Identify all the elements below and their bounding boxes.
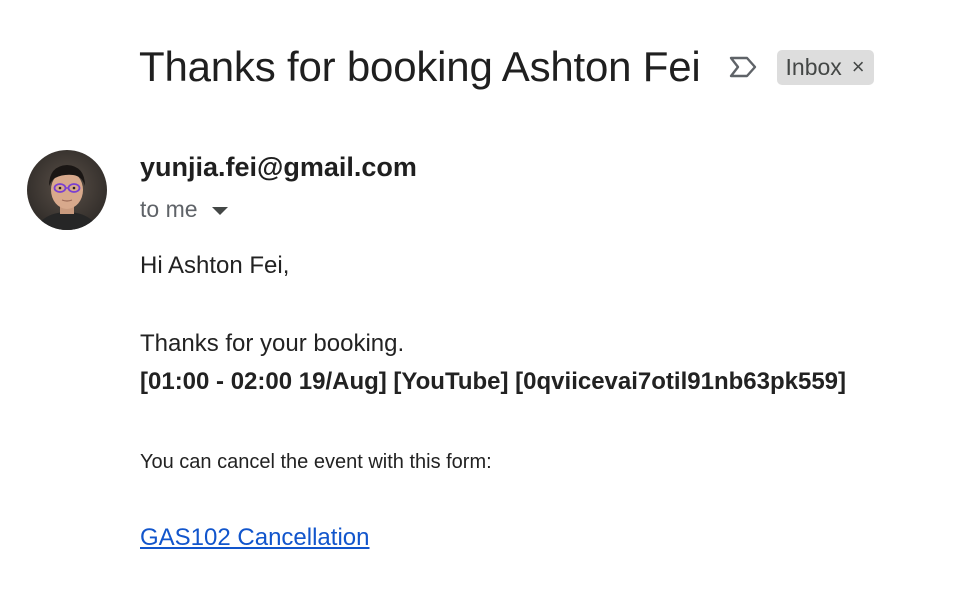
subject-row: Thanks for booking Ashton Fei Inbox × <box>139 38 874 96</box>
avatar-photo <box>27 150 107 230</box>
sender-email: yunjia.fei@gmail.com <box>140 152 417 182</box>
remove-label-icon[interactable]: × <box>852 56 865 78</box>
inbox-label-text: Inbox <box>785 53 842 80</box>
recipient-details-toggle[interactable]: to me <box>140 196 228 223</box>
caret-down-icon[interactable] <box>211 206 228 215</box>
email-greeting: Hi Ashton Fei, <box>140 252 290 279</box>
email-subject: Thanks for booking Ashton Fei <box>139 43 701 90</box>
booking-details: [01:00 - 02:00 19/Aug] [YouTube] [0qviic… <box>140 368 847 395</box>
important-marker-icon[interactable] <box>727 53 759 81</box>
recipient-label: to me <box>140 196 198 222</box>
avatar[interactable] <box>27 150 107 230</box>
email-thanks-line: Thanks for your booking. <box>140 330 405 357</box>
cancel-instructions: You can cancel the event with this form: <box>140 451 492 473</box>
inbox-label-chip[interactable]: Inbox × <box>776 49 874 85</box>
cancellation-form-link[interactable]: GAS102 Cancellation <box>140 524 369 552</box>
